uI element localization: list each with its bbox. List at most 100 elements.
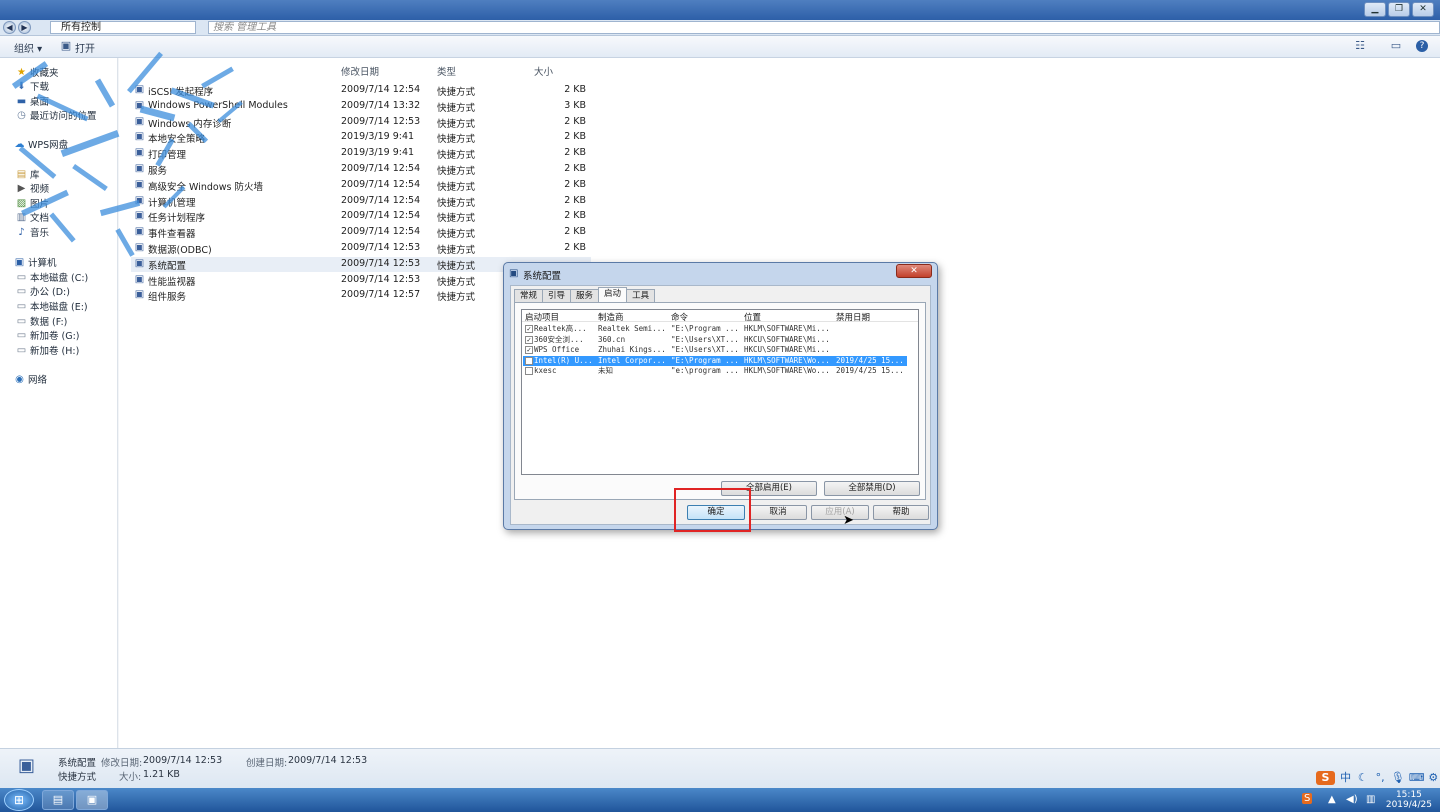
column-header-date[interactable]: 修改日期: [341, 64, 379, 78]
help-button[interactable]: 帮助: [873, 505, 929, 520]
file-name: 数据源(ODBC): [148, 245, 212, 256]
apply-button[interactable]: 应用(A): [811, 505, 869, 520]
nav-label: 本地磁盘 (C:): [30, 273, 89, 284]
shortcut-icon: ▣: [134, 257, 145, 269]
file-name: 事件查看器: [148, 229, 196, 241]
startup-row[interactable]: kxesc 未知 "e:\program ... HKLM\SOFTWARE\Wo..…: [523, 366, 907, 376]
close-button[interactable]: ✕: [1412, 2, 1434, 17]
file-date: 2009/7/14 12:54: [341, 226, 421, 238]
taskbar-msconfig-icon[interactable]: ▣: [76, 790, 108, 810]
nav-drive-g[interactable]: ▭ 新加卷 (G:): [16, 328, 80, 343]
forward-icon[interactable]: ▶: [18, 21, 31, 34]
drive-icon: ▭: [16, 285, 27, 297]
file-row[interactable]: ▣ Windows 内存诊断 2009/7/14 12:53 快捷方式 2 KB: [131, 115, 591, 130]
tab-boot[interactable]: 引导: [542, 289, 572, 302]
moon-icon[interactable]: ☾: [1356, 771, 1369, 785]
organize-button[interactable]: 组织 ▾: [14, 40, 42, 55]
keyboard-icon[interactable]: ⌨: [1409, 771, 1425, 785]
file-row[interactable]: ▣ 打印管理 2019/3/19 9:41 快捷方式 2 KB: [131, 146, 591, 161]
nav-libraries[interactable]: ▤ 库: [16, 167, 40, 182]
header-date-disabled[interactable]: 禁用日期: [836, 311, 870, 323]
tab-services[interactable]: 服务: [570, 289, 600, 302]
file-row[interactable]: ▣ 计算机管理 2009/7/14 12:54 快捷方式 2 KB: [131, 194, 591, 209]
file-row[interactable]: ▣ 服务 2009/7/14 12:54 快捷方式 2 KB: [131, 162, 591, 177]
file-row[interactable]: ▣ iSCSI 发起程序 2009/7/14 12:54 快捷方式 2 KB: [131, 83, 591, 98]
column-header-size[interactable]: 大小: [534, 64, 553, 78]
startup-item-maker: Intel Corpor...: [598, 355, 666, 365]
nav-drive-c[interactable]: ▭ 本地磁盘 (C:): [16, 270, 89, 285]
preview-pane-icon[interactable]: ▭: [1390, 40, 1402, 52]
details-modified: 2009/7/14 12:53: [143, 755, 223, 766]
file-row[interactable]: ▣ 任务计划程序 2009/7/14 12:54 快捷方式 2 KB: [131, 209, 591, 224]
startup-checkbox[interactable]: [525, 356, 533, 365]
tray-clock[interactable]: 15:15 2019/4/25: [1386, 790, 1432, 810]
startup-row[interactable]: ✓ WPS Office Zhuhai Kings... "E:\Users\XT..…: [523, 345, 907, 355]
ime-language-toggle[interactable]: 中: [1339, 771, 1352, 785]
picture-icon: ▨: [16, 197, 27, 209]
help-icon[interactable]: ?: [1416, 40, 1428, 52]
header-command[interactable]: 命令: [671, 311, 688, 323]
file-size: 2 KB: [564, 147, 586, 159]
header-location[interactable]: 位置: [744, 311, 761, 323]
header-manufacturer[interactable]: 制造商: [598, 311, 624, 323]
dialog-close-button[interactable]: ✕: [896, 264, 932, 278]
microphone-icon[interactable]: 🎙: [1391, 771, 1405, 785]
tray-network-icon[interactable]: ▥: [1366, 794, 1375, 805]
nav-music[interactable]: ♪ 音乐: [16, 225, 49, 240]
file-type: 快捷方式: [437, 292, 476, 304]
tab-tools[interactable]: 工具: [626, 289, 656, 302]
nav-drive-f[interactable]: ▭ 数据 (F:): [16, 314, 68, 329]
nav-drive-d[interactable]: ▭ 办公 (D:): [16, 284, 70, 299]
tray-volume-icon[interactable]: ◀): [1346, 794, 1358, 805]
file-row[interactable]: ▣ 高级安全 Windows 防火墙 2009/7/14 12:54 快捷方式 2 KB: [131, 178, 591, 193]
tray-sogou-icon[interactable]: S: [1302, 793, 1313, 804]
startup-row[interactable]: ✓ 360安全浏... 360.cn "E:\Users\XT... HKCU\SOFT…: [523, 335, 907, 345]
address-input[interactable]: 所有控制: [50, 21, 196, 34]
desktop-icon: ▬: [16, 95, 27, 107]
shortcut-icon: ▣: [134, 242, 145, 253]
file-type: 快捷方式: [437, 260, 476, 272]
back-icon[interactable]: ◀: [3, 21, 16, 34]
tray-expand-icon[interactable]: ▲: [1328, 794, 1336, 805]
startup-checkbox[interactable]: ✓: [525, 335, 533, 344]
file-row[interactable]: ▣ 数据源(ODBC) 2009/7/14 12:53 快捷方式 2 KB: [131, 241, 591, 256]
tab-startup[interactable]: 启动: [598, 287, 628, 302]
header-startup-item[interactable]: 启动项目: [525, 311, 559, 323]
nav-drive-h[interactable]: ▭ 新加卷 (H:): [16, 343, 80, 358]
file-date: 2009/7/14 12:54: [341, 84, 421, 95]
restore-button[interactable]: ❐: [1388, 2, 1410, 17]
startup-checkbox[interactable]: ✓: [525, 346, 533, 354]
taskbar-explorer-icon[interactable]: ▤: [42, 790, 74, 810]
startup-list[interactable]: 启动项目 制造商 命令 位置 禁用日期 ✓ Realtek高... Realtek …: [521, 309, 919, 475]
file-row[interactable]: ▣ 事件查看器 2009/7/14 12:54 快捷方式 2 KB: [131, 225, 591, 240]
nav-drive-e[interactable]: ▭ 本地磁盘 (E:): [16, 299, 88, 314]
minimize-button[interactable]: ▁: [1364, 2, 1386, 17]
punctuation-icon[interactable]: °,: [1373, 771, 1386, 785]
tab-general[interactable]: 常规: [514, 289, 544, 302]
file-size: 2 KB: [564, 163, 586, 174]
navigation-pane: ★ 收藏夹 ⬇ 下载 ▬ 桌面 ◷ 最近访问的位置 ☁ WPS网盘 ▤ 库 ▶ …: [0, 58, 118, 748]
shirt-icon[interactable]: ⚙: [1427, 771, 1440, 785]
nav-label: 网络: [28, 375, 48, 386]
nav-videos[interactable]: ▶ 视频: [16, 181, 49, 196]
disable-all-button[interactable]: 全部禁用(D): [824, 481, 920, 496]
startup-checkbox[interactable]: [525, 367, 533, 375]
view-options-icon[interactable]: ☷: [1354, 40, 1366, 52]
search-input[interactable]: 搜索 管理工具: [208, 21, 1440, 34]
startup-item-command: "E:\Users\XT...: [671, 345, 739, 354]
start-button[interactable]: ⊞: [4, 789, 34, 811]
sogou-ime-icon[interactable]: S: [1316, 771, 1335, 785]
file-date: 2009/7/14 12:53: [341, 257, 421, 269]
column-header-type[interactable]: 类型: [437, 64, 456, 78]
cancel-button[interactable]: 取消: [749, 505, 807, 520]
file-date: 2009/7/14 12:54: [341, 194, 421, 206]
startup-row[interactable]: ✓ Realtek高... Realtek Semi... "E:\Program .…: [523, 324, 907, 334]
nav-network[interactable]: ◉ 网络: [14, 372, 48, 387]
open-button[interactable]: 打开: [75, 40, 95, 55]
nav-computer[interactable]: ▣ 计算机: [14, 255, 57, 270]
startup-item-name: Intel(R) U...: [534, 355, 593, 365]
file-name: 高级安全 Windows 防火墙: [148, 181, 263, 193]
startup-row[interactable]: Intel(R) U... Intel Corpor... "E:\Program …: [523, 355, 907, 366]
startup-checkbox[interactable]: ✓: [525, 325, 533, 333]
startup-item-name: kxesc: [534, 366, 557, 375]
